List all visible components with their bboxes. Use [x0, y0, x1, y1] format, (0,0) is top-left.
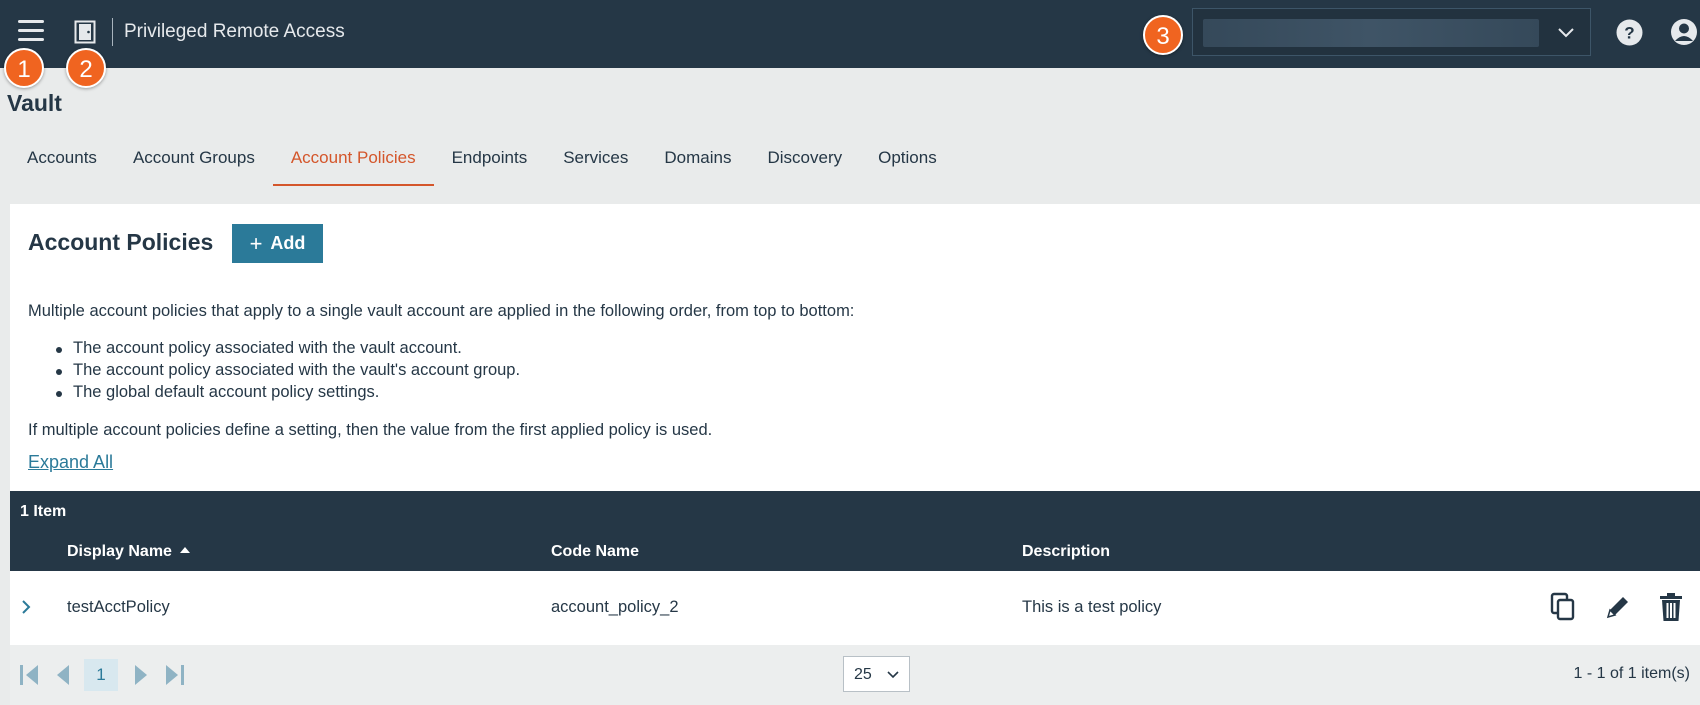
first-page-icon[interactable]: [18, 663, 40, 687]
page-title: Vault: [7, 90, 62, 116]
pagination-range: 1 - 1 of 1 item(s): [1573, 665, 1690, 682]
add-button[interactable]: + Add: [232, 224, 323, 263]
column-header-label: Display Name: [67, 543, 172, 560]
svg-text:?: ?: [1624, 24, 1634, 43]
current-page-button[interactable]: 1: [84, 659, 118, 691]
callout-badge: 2: [66, 48, 106, 88]
list-item: The account policy associated with the v…: [55, 361, 520, 383]
expand-all-link[interactable]: Expand All: [28, 452, 113, 473]
portal-door-icon[interactable]: [74, 20, 96, 44]
chevron-down-icon: [1558, 28, 1574, 38]
previous-page-icon[interactable]: [52, 663, 74, 687]
tab-discovery[interactable]: Discovery: [749, 136, 860, 186]
cell-display-name: testAcctPolicy: [67, 598, 170, 616]
tab-domains[interactable]: Domains: [646, 136, 749, 186]
callout-badge: 1: [4, 48, 44, 88]
item-count: 1 Item: [20, 503, 67, 520]
plus-icon: +: [249, 230, 263, 256]
tab-account-policies[interactable]: Account Policies: [272, 136, 434, 186]
copy-icon[interactable]: [1548, 591, 1578, 623]
site-selector[interactable]: [1192, 8, 1591, 56]
add-button-label: Add: [270, 233, 306, 253]
chevron-right-icon[interactable]: [20, 599, 32, 615]
tab-account-groups[interactable]: Account Groups: [115, 136, 273, 186]
tab-services[interactable]: Services: [545, 136, 646, 186]
column-header-code-name[interactable]: Code Name: [551, 543, 639, 561]
cell-code-name: account_policy_2: [551, 598, 679, 616]
table-header: 1 Item Display Name Code Name Descriptio…: [10, 491, 1700, 571]
policy-note: If multiple account policies define a se…: [28, 421, 713, 439]
app-title: Privileged Remote Access: [124, 21, 345, 42]
hamburger-icon[interactable]: [18, 20, 44, 42]
site-selector-value: [1203, 19, 1539, 47]
last-page-icon[interactable]: [164, 663, 186, 687]
column-header-description[interactable]: Description: [1022, 543, 1110, 561]
tab-accounts[interactable]: Accounts: [9, 136, 115, 186]
top-bar: Privileged Remote Access ?: [0, 0, 1700, 68]
callout-badge: 3: [1143, 15, 1183, 55]
list-item: The global default account policy settin…: [55, 383, 520, 405]
help-icon[interactable]: ?: [1616, 19, 1643, 46]
tab-endpoints[interactable]: Endpoints: [434, 136, 546, 186]
header-separator: [112, 18, 113, 46]
pencil-icon[interactable]: [1602, 591, 1632, 623]
tab-bar: Accounts Account Groups Account Policies…: [9, 136, 955, 186]
sort-ascending-icon: [179, 547, 190, 553]
user-icon[interactable]: [1670, 18, 1698, 46]
trash-icon[interactable]: [1656, 591, 1686, 623]
list-item: The account policy associated with the v…: [55, 339, 520, 361]
policy-order-list: The account policy associated with the v…: [55, 339, 520, 405]
policy-order-intro: Multiple account policies that apply to …: [28, 302, 855, 320]
cell-description: This is a test policy: [1022, 598, 1162, 616]
column-header-display-name[interactable]: Display Name: [67, 543, 190, 561]
next-page-icon[interactable]: [130, 663, 152, 687]
table-row: testAcctPolicy account_policy_2 This is …: [10, 571, 1700, 645]
chevron-down-icon: [887, 671, 899, 679]
page-size-select[interactable]: 25: [843, 656, 910, 692]
pagination-bar: 1 25 1 - 1 of 1 item(s): [10, 645, 1700, 705]
page-size-value: 25: [854, 666, 872, 683]
section-title: Account Policies: [28, 229, 214, 255]
tab-options[interactable]: Options: [860, 136, 955, 186]
